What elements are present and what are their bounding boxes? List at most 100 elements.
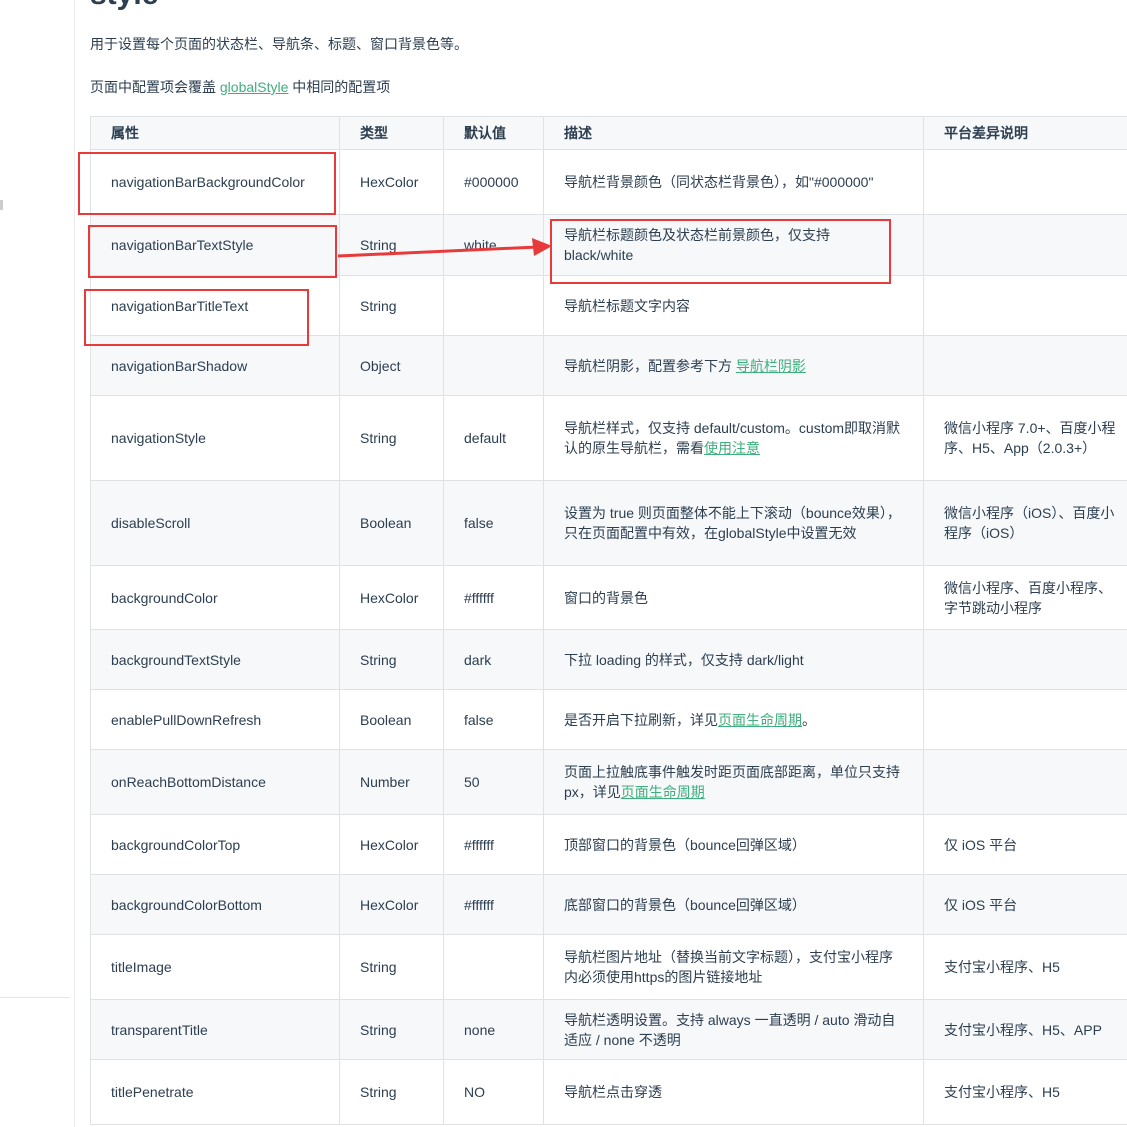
cell-platform — [923, 629, 1127, 690]
cell-property: backgroundColorTop — [90, 814, 340, 875]
cell-description: 窗口的背景色 — [543, 565, 924, 630]
cell-platform — [923, 335, 1127, 396]
description-link[interactable]: 导航栏阴影 — [736, 358, 806, 374]
cell-default: white — [443, 214, 544, 276]
cell-description: 页面上拉触底事件触发时距页面底部距离，单位只支持px，详见页面生命周期 — [543, 749, 924, 815]
sidebar-marker — [0, 200, 3, 210]
cell-type: String — [339, 999, 444, 1060]
description-text: 导航栏标题颜色及状态栏前景颜色，仅支持 black/white — [564, 227, 830, 263]
cell-default: default — [443, 395, 544, 481]
table-row: navigationBarTextStyle String white 导航栏标题颜色… — [90, 214, 1127, 276]
cell-default: false — [443, 689, 544, 750]
table-row: backgroundColor HexColor #ffffff 窗口的背景色 微信小程… — [90, 565, 1127, 630]
doc-content: style 用于设置每个页面的状态栏、导航条、标题、窗口背景色等。 页面中配置项… — [90, 0, 1127, 1127]
cell-type: String — [339, 395, 444, 481]
cell-description: 导航栏图片地址（替换当前文字标题），支付宝小程序内必须使用https的图片链接地… — [543, 934, 924, 1000]
cell-platform: 微信小程序 7.0+、百度小程序、H5、App（2.0.3+） — [923, 395, 1127, 481]
cell-description: 底部窗口的背景色（bounce回弹区域） — [543, 874, 924, 935]
cell-platform: 支付宝小程序、H5、APP — [923, 999, 1127, 1060]
cell-type: Object — [339, 335, 444, 396]
cell-platform — [923, 214, 1127, 276]
table-row: titlePenetrate String NO 导航栏点击穿透 支付宝小程序、H5 — [90, 1059, 1127, 1125]
cell-platform: 微信小程序（iOS）、百度小程序（iOS） — [923, 480, 1127, 566]
cell-platform: 支付宝小程序、H5 — [923, 1059, 1127, 1125]
header-property: 属性 — [90, 116, 340, 150]
cell-description: 导航栏样式，仅支持 default/custom。custom即取消默认的原生导… — [543, 395, 924, 481]
cell-default: dark — [443, 629, 544, 690]
description-text: 导航栏图片地址（替换当前文字标题），支付宝小程序内必须使用https的图片链接地… — [564, 949, 893, 985]
cell-property: transparentTitle — [90, 999, 340, 1060]
cell-platform — [923, 749, 1127, 815]
cell-default: #000000 — [443, 149, 544, 215]
table-body: navigationBarBackgroundColor HexColor #000… — [90, 149, 1127, 1125]
override-note-pre: 页面中配置项会覆盖 — [90, 79, 220, 95]
cell-default: none — [443, 999, 544, 1060]
description-text: 是否开启下拉刷新，详见 — [564, 711, 718, 728]
table-row: navigationStyle String default 导航栏样式，仅支持 de… — [90, 395, 1127, 481]
description-text: 底部窗口的背景色（bounce回弹区域） — [564, 896, 806, 913]
cell-type: String — [339, 934, 444, 1000]
cell-description: 顶部窗口的背景色（bounce回弹区域） — [543, 814, 924, 875]
cell-platform: 微信小程序、百度小程序、字节跳动小程序 — [923, 565, 1127, 630]
cell-description: 导航栏透明设置。支持 always 一直透明 / auto 滑动自适应 / no… — [543, 999, 924, 1060]
cell-property: backgroundTextStyle — [90, 629, 340, 690]
table-row: backgroundTextStyle String dark 下拉 loading … — [90, 629, 1127, 690]
cell-description: 设置为 true 则页面整体不能上下滚动（bounce效果），只在页面配置中有效… — [543, 480, 924, 566]
cell-property: titlePenetrate — [90, 1059, 340, 1125]
globalstyle-link[interactable]: globalStyle — [220, 79, 289, 95]
header-default: 默认值 — [443, 116, 544, 150]
description-link[interactable]: 页面生命周期 — [718, 712, 802, 728]
description-link[interactable]: 页面生命周期 — [621, 784, 705, 800]
description-text: 导航栏透明设置。支持 always 一直透明 / auto 滑动自适应 / no… — [564, 1011, 896, 1048]
override-note-post: 中相同的配置项 — [288, 79, 391, 95]
cell-description: 导航栏阴影，配置参考下方 导航栏阴影 — [543, 335, 924, 396]
cell-default — [443, 275, 544, 336]
table-row: titleImage String 导航栏图片地址（替换当前文字标题），支付宝小程序… — [90, 934, 1127, 1000]
cell-platform — [923, 689, 1127, 750]
cell-default: NO — [443, 1059, 544, 1125]
cell-description: 导航栏标题文字内容 — [543, 275, 924, 336]
cell-default: #ffffff — [443, 814, 544, 875]
table-row: navigationBarShadow Object 导航栏阴影，配置参考下方 导航… — [90, 335, 1127, 396]
table-row: navigationBarTitleText String 导航栏标题文字内容 — [90, 275, 1127, 336]
cell-property: navigationBarTitleText — [90, 275, 340, 336]
doc-page: style 用于设置每个页面的状态栏、导航条、标题、窗口背景色等。 页面中配置项… — [0, 0, 1127, 1127]
intro-paragraph: 用于设置每个页面的状态栏、导航条、标题、窗口背景色等。 — [90, 36, 468, 52]
cell-type: Number — [339, 749, 444, 815]
description-text: 设置为 true 则页面整体不能上下滚动（bounce效果），只在页面配置中有效… — [564, 505, 901, 541]
cell-type: String — [339, 629, 444, 690]
cell-platform: 仅 iOS 平台 — [923, 874, 1127, 935]
description-suffix: 。 — [802, 711, 816, 728]
cell-type: String — [339, 1059, 444, 1125]
description-text: 窗口的背景色 — [564, 589, 648, 606]
description-text: 导航栏阴影，配置参考下方 — [564, 357, 736, 374]
cell-description: 导航栏背景颜色（同状态栏背景色），如"#000000" — [543, 149, 924, 215]
cell-type: String — [339, 214, 444, 276]
table-header-row: 属性 类型 默认值 描述 平台差异说明 — [90, 116, 1127, 150]
table-row: onReachBottomDistance Number 50 页面上拉触底事件触发时… — [90, 749, 1127, 815]
table-row: backgroundColorTop HexColor #ffffff 顶部窗口的背景… — [90, 814, 1127, 875]
table-row: navigationBarBackgroundColor HexColor #000… — [90, 149, 1127, 215]
cell-property: navigationBarShadow — [90, 335, 340, 396]
section-heading: style — [90, 0, 158, 12]
header-type: 类型 — [339, 116, 444, 150]
cell-default: #ffffff — [443, 874, 544, 935]
header-platform: 平台差异说明 — [923, 116, 1127, 150]
override-note: 页面中配置项会覆盖 globalStyle 中相同的配置项 — [90, 77, 390, 97]
cell-type: Boolean — [339, 689, 444, 750]
table-row: transparentTitle String none 导航栏透明设置。支持 alw… — [90, 999, 1127, 1060]
cell-description: 下拉 loading 的样式，仅支持 dark/light — [543, 629, 924, 690]
cell-type: HexColor — [339, 874, 444, 935]
cell-type: HexColor — [339, 149, 444, 215]
cell-property: disableScroll — [90, 480, 340, 566]
cell-platform — [923, 149, 1127, 215]
sidebar-divider — [0, 997, 70, 998]
description-link[interactable]: 使用注意 — [704, 440, 760, 456]
cell-platform — [923, 275, 1127, 336]
cell-default: false — [443, 480, 544, 566]
cell-description: 导航栏点击穿透 — [543, 1059, 924, 1125]
cell-default: #ffffff — [443, 565, 544, 630]
cell-property: backgroundColorBottom — [90, 874, 340, 935]
cell-type: Boolean — [339, 480, 444, 566]
description-text: 顶部窗口的背景色（bounce回弹区域） — [564, 836, 806, 853]
